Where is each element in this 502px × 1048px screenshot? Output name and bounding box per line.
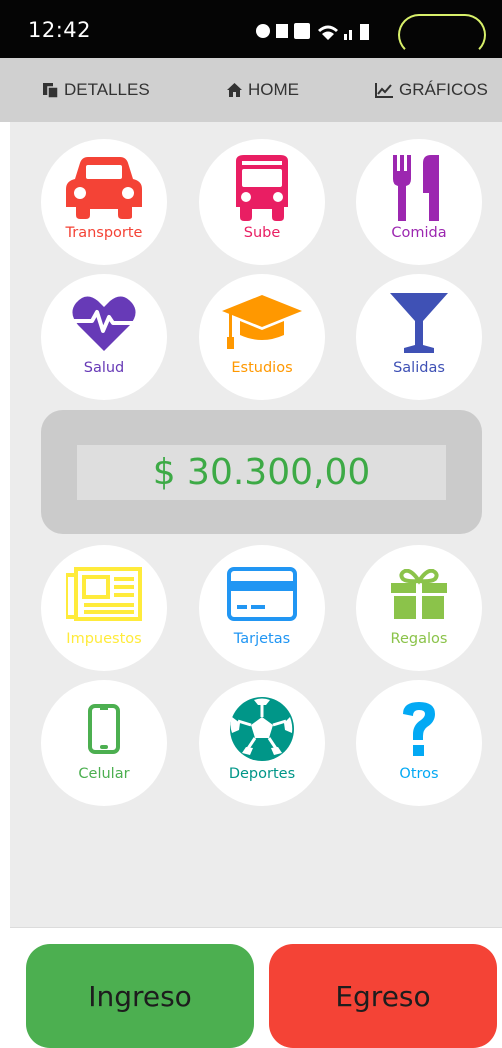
category-transporte[interactable]: Transporte [41, 139, 167, 265]
category-otros[interactable]: Otros [356, 680, 482, 806]
category-deportes[interactable]: Deportes [199, 680, 325, 806]
tab-home-label: HOME [248, 80, 299, 99]
car-icon [66, 157, 142, 219]
camera-cutout [398, 14, 486, 56]
volte-icon [294, 23, 310, 39]
soccer-ball-icon [230, 697, 294, 761]
divider [10, 927, 502, 928]
credit-card-icon [227, 567, 297, 621]
question-mark-icon [403, 702, 435, 756]
graduation-cap-icon [222, 295, 302, 349]
status-time: 12:42 [28, 18, 92, 42]
status-icons [256, 23, 369, 40]
alarm-icon [256, 24, 270, 38]
cocktail-glass-icon [390, 293, 448, 353]
copy-icon [43, 82, 59, 99]
top-nav: DETALLES HOME GRÁFICOS [0, 58, 502, 122]
category-label: Transporte [65, 225, 143, 241]
category-label: Impuestos [66, 631, 142, 647]
line-chart-icon [375, 83, 393, 98]
category-label: Salud [83, 360, 125, 376]
gift-icon [391, 569, 447, 619]
category-estudios[interactable]: Estudios [199, 274, 325, 400]
category-salidas[interactable]: Salidas [356, 274, 482, 400]
signal-icon [344, 34, 347, 40]
category-label: Regalos [390, 631, 448, 647]
tab-detalles-label: DETALLES [64, 80, 150, 99]
category-tarjetas[interactable]: Tarjetas [199, 545, 325, 671]
balance-panel: $ 30.300,00 [41, 410, 482, 534]
tab-home[interactable]: HOME [226, 58, 299, 122]
category-label: Otros [399, 766, 439, 782]
category-comida[interactable]: Comida [356, 139, 482, 265]
category-celular[interactable]: Celular [41, 680, 167, 806]
newspaper-icon [66, 567, 142, 621]
wifi-icon [318, 25, 338, 40]
category-label: Celular [78, 766, 130, 782]
ingreso-button[interactable]: Ingreso [26, 944, 254, 1048]
mobile-phone-icon [88, 704, 120, 754]
category-label: Tarjetas [233, 631, 291, 647]
category-regalos[interactable]: Regalos [356, 545, 482, 671]
category-impuestos[interactable]: Impuestos [41, 545, 167, 671]
tab-graficos-label: GRÁFICOS [399, 80, 488, 99]
tab-graficos[interactable]: GRÁFICOS [375, 58, 488, 122]
category-label: Estudios [231, 360, 293, 376]
category-label: Comida [391, 225, 447, 241]
category-sube[interactable]: Sube [199, 139, 325, 265]
category-label: Deportes [228, 766, 296, 782]
mute-icon [276, 24, 288, 38]
status-bar: 12:42 [0, 0, 502, 58]
heartbeat-icon [72, 296, 136, 351]
balance-amount: $ 30.300,00 [77, 445, 446, 500]
battery-icon [360, 24, 369, 40]
category-label: Salidas [393, 360, 445, 376]
category-label: Sube [243, 225, 281, 241]
egreso-button[interactable]: Egreso [269, 944, 497, 1048]
home-icon [227, 83, 242, 97]
bus-icon [236, 155, 288, 221]
utensils-icon [393, 155, 439, 221]
tab-detalles[interactable]: DETALLES [42, 58, 150, 122]
category-salud[interactable]: Salud [41, 274, 167, 400]
